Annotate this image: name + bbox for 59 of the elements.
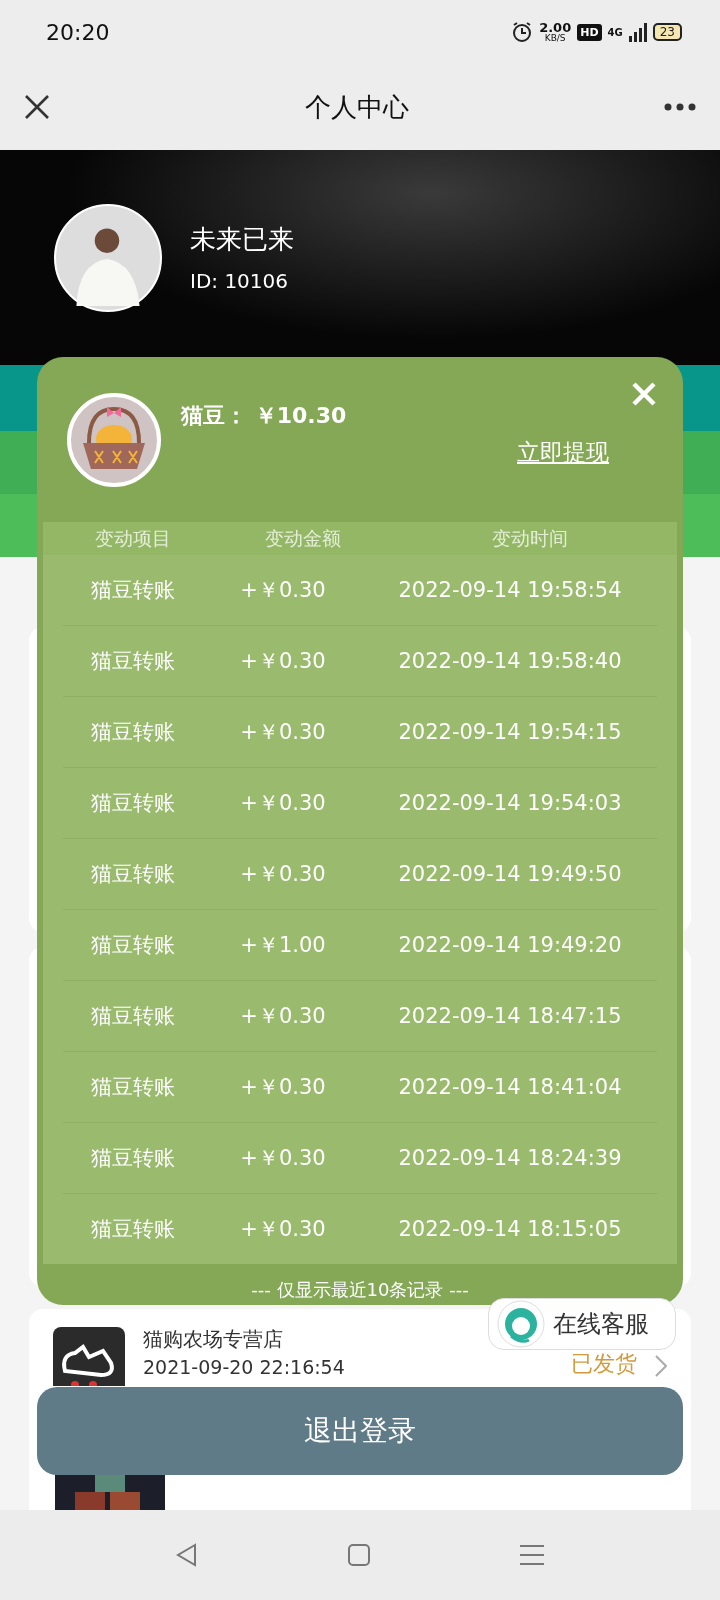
column-header: 变动金额 xyxy=(264,525,342,551)
user-id: ID: 10106 xyxy=(190,269,290,293)
table-cell-text: 猫豆转账 xyxy=(90,932,176,959)
table-cell-text: 2022-09-14 18:24:39 xyxy=(397,1146,623,1170)
table-cell-text: +￥0.30 xyxy=(239,790,327,817)
menu-icon[interactable] xyxy=(519,1544,545,1566)
more-icon[interactable] xyxy=(664,103,696,111)
table-cell-text: +￥0.30 xyxy=(239,1216,327,1243)
basket-icon xyxy=(67,393,161,487)
table-cell-text: +￥0.30 xyxy=(239,1145,327,1172)
status-time: 20:20 xyxy=(46,19,110,45)
hd-badge: HD xyxy=(577,23,602,41)
table-cell-text: 2022-09-14 18:15:05 xyxy=(397,1217,623,1241)
records-note: --- 仅显示最近10条记录 --- xyxy=(251,1278,469,1302)
battery-level: 23 xyxy=(652,23,682,41)
home-icon[interactable] xyxy=(347,1543,371,1567)
column-header: 变动时间 xyxy=(491,525,569,551)
customer-service-button[interactable]: 在线客服 xyxy=(488,1298,676,1350)
table-cell-text: +￥0.30 xyxy=(239,861,327,888)
table-cell-text: 猫豆转账 xyxy=(90,719,176,746)
table-cell-text: 猫豆转账 xyxy=(90,861,176,888)
table-cell-text: 2022-09-14 19:58:40 xyxy=(397,649,623,673)
column-header: 变动项目 xyxy=(94,525,172,551)
table-cell-text: +￥1.00 xyxy=(239,932,327,959)
withdraw-link[interactable]: 立即提现 xyxy=(517,437,609,468)
back-icon[interactable] xyxy=(175,1543,199,1567)
table-cell-text: 猫豆转账 xyxy=(90,648,176,675)
user-name: 未来已来 xyxy=(190,223,294,256)
table-cell-text: 猫豆转账 xyxy=(90,577,176,604)
table-cell-text: 2022-09-14 19:49:20 xyxy=(397,933,623,957)
table-cell-text: 2022-09-14 18:47:15 xyxy=(397,1004,623,1028)
network-speed: 2.00 KB/S xyxy=(539,21,572,43)
table-cell-text: 猫豆转账 xyxy=(90,790,176,817)
table-cell-text: 猫豆转账 xyxy=(90,1145,176,1172)
table-cell-text: +￥0.30 xyxy=(239,719,327,746)
table-cell-text: +￥0.30 xyxy=(239,577,327,604)
bean-balance: 猫豆： ￥10.30 xyxy=(181,402,347,430)
order-status: 已发货 xyxy=(571,1351,637,1377)
table-cell-text: 猫豆转账 xyxy=(90,1003,176,1030)
table-cell-text: 2022-09-14 19:49:50 xyxy=(397,862,623,886)
shop-name: 猫购农场专营店 xyxy=(143,1327,284,1351)
order-date: 2021-09-20 22:16:54 xyxy=(143,1355,346,1379)
table-cell-text: 2022-09-14 18:41:04 xyxy=(397,1075,623,1099)
logout-button[interactable]: 退出登录 xyxy=(37,1387,683,1475)
alarm-icon xyxy=(511,21,534,43)
network-type: 4G xyxy=(607,26,623,38)
table-cell-text: +￥0.30 xyxy=(239,648,327,675)
table-cell-text: 2022-09-14 19:58:54 xyxy=(397,578,623,602)
table-cell-text: 猫豆转账 xyxy=(90,1074,176,1101)
table-cell-text: 2022-09-14 19:54:03 xyxy=(397,791,623,815)
table-cell-text: 2022-09-14 19:54:15 xyxy=(397,720,623,744)
avatar-icon xyxy=(54,203,162,312)
signal-icon xyxy=(628,22,647,42)
close-icon[interactable] xyxy=(24,94,50,120)
table-cell-text: +￥0.30 xyxy=(239,1003,327,1030)
chevron-right-icon xyxy=(655,1355,667,1377)
table-cell-text: 猫豆转账 xyxy=(90,1216,176,1243)
table-cell-text: +￥0.30 xyxy=(239,1074,327,1101)
page-title: 个人中心 xyxy=(305,90,409,124)
